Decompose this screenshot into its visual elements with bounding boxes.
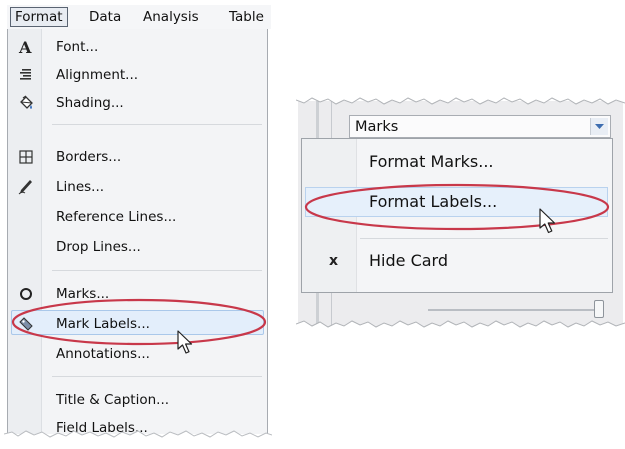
menu-item-label: Drop Lines... — [56, 239, 141, 255]
menu-item-borders[interactable]: Borders... — [8, 143, 267, 171]
menu-item-label: Title & Caption... — [56, 392, 170, 408]
menu-item-lines[interactable]: Lines... — [8, 173, 267, 201]
alignment-icon — [20, 69, 31, 80]
pen-icon — [18, 180, 32, 195]
menu-item-label: Shading... — [56, 95, 124, 111]
marks-card-title: Marks — [355, 119, 399, 135]
borders-icon — [19, 150, 33, 164]
paint-bucket-icon — [20, 95, 33, 109]
dropdown-button[interactable] — [590, 118, 608, 135]
menu-item-drop-lines[interactable]: Drop Lines... — [8, 233, 267, 261]
highlight-ellipse — [304, 183, 610, 231]
menu-separator — [52, 124, 262, 125]
close-icon: x — [329, 253, 339, 269]
menu-item-format-marks[interactable]: Format Marks... — [302, 145, 612, 179]
chevron-down-icon — [595, 124, 604, 129]
slider-track[interactable] — [428, 309, 596, 311]
mouse-pointer-icon — [539, 208, 556, 234]
menu-data[interactable]: Data — [89, 8, 121, 26]
format-menu-dropdown: A Font... Alignment... Shading... Border — [7, 29, 268, 436]
menu-item-label: Hide Card — [369, 251, 448, 270]
torn-edge — [296, 94, 625, 105]
highlight-ellipse — [11, 298, 267, 346]
menu-item-label: Lines... — [56, 179, 105, 195]
menu-separator — [360, 238, 608, 239]
torn-edge — [4, 430, 272, 449]
menu-item-reference-lines[interactable]: Reference Lines... — [8, 203, 267, 231]
menu-separator — [52, 376, 262, 377]
menu-item-alignment[interactable]: Alignment... — [8, 61, 267, 89]
font-icon: A — [18, 38, 32, 56]
menu-item-hide-card[interactable]: x Hide Card — [302, 244, 612, 278]
menu-table[interactable]: Table — [229, 8, 264, 26]
menu-item-label: Alignment... — [56, 67, 139, 83]
menu-analysis[interactable]: Analysis — [143, 8, 199, 26]
menu-bar: Format Data Analysis Table — [7, 5, 271, 29]
slider-handle[interactable] — [594, 300, 604, 318]
menu-item-shading[interactable]: Shading... — [8, 89, 267, 117]
svg-text:A: A — [18, 38, 32, 56]
marks-card-header[interactable]: Marks — [349, 115, 611, 138]
menu-item-label: Reference Lines... — [56, 209, 177, 225]
menu-item-label: Font... — [56, 39, 99, 55]
menu-item-title-caption[interactable]: Title & Caption... — [8, 386, 267, 414]
menu-item-font[interactable]: A Font... — [8, 33, 267, 61]
menu-format[interactable]: Format — [10, 7, 68, 27]
menu-item-label: Format Marks... — [369, 152, 494, 171]
menu-item-label: Borders... — [56, 149, 122, 165]
mouse-pointer-icon — [177, 330, 193, 354]
torn-edge — [296, 320, 625, 334]
menu-separator — [52, 270, 262, 271]
